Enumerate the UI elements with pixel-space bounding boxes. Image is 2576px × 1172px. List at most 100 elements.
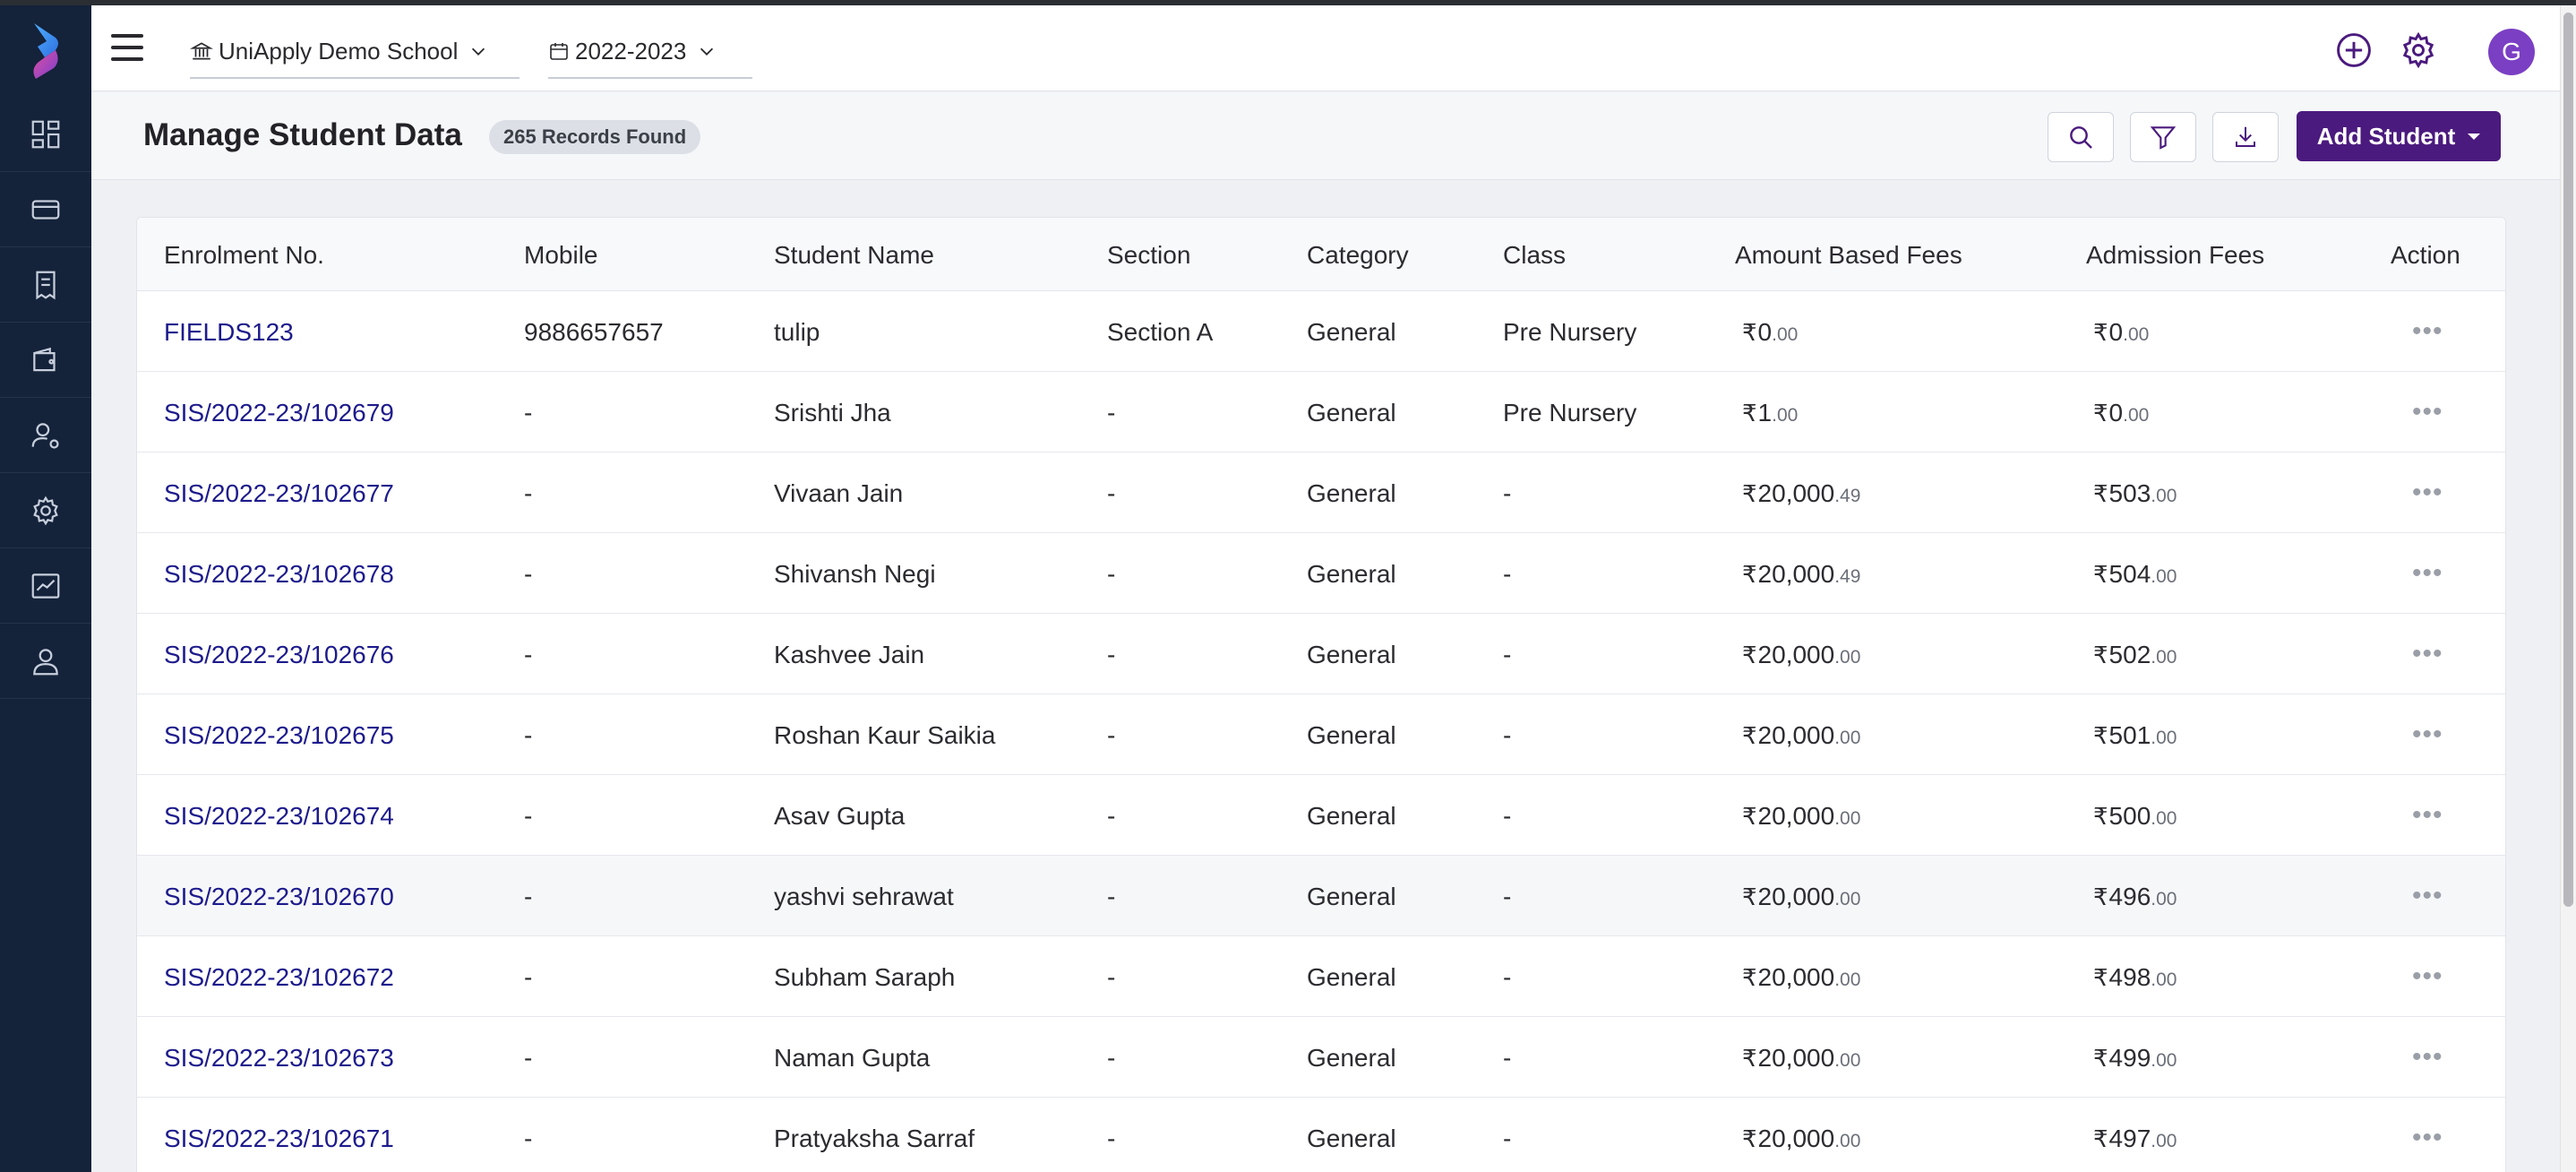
column-header[interactable]: Mobile <box>524 241 597 270</box>
column-header[interactable]: Section <box>1107 241 1190 270</box>
amount-integer: 20,000 <box>1757 560 1835 588</box>
table-row[interactable]: SIS/2022-23/102670 - yashvi sehrawat - Gener… <box>137 856 2505 936</box>
add-student-button[interactable]: Add Student <box>2297 111 2501 161</box>
settings-gear-icon[interactable] <box>2397 29 2440 72</box>
enrolment-link[interactable]: FIELDS123 <box>164 318 294 347</box>
more-actions-icon[interactable]: ••• <box>2412 800 2443 831</box>
table-row[interactable]: SIS/2022-23/102678 - Shivansh Negi - General… <box>137 533 2505 614</box>
table-row[interactable]: SIS/2022-23/102677 - Vivaan Jain - General - ₹… <box>137 452 2505 533</box>
class-cell: - <box>1503 560 1512 588</box>
table-row[interactable]: SIS/2022-23/102674 - Asav Gupta - General - ₹2… <box>137 775 2505 856</box>
column-header[interactable]: Class <box>1503 241 1566 270</box>
enrolment-link[interactable]: SIS/2022-23/102675 <box>164 721 394 750</box>
mobile-cell: - <box>524 560 533 588</box>
table-row[interactable]: FIELDS123 9886657657 tulip Section A General… <box>137 291 2505 372</box>
download-button[interactable] <box>2212 112 2279 162</box>
table-row[interactable]: SIS/2022-23/102675 - Roshan Kaur Saikia - Ge… <box>137 694 2505 775</box>
more-actions-icon[interactable]: ••• <box>2412 881 2443 911</box>
enrolment-link[interactable]: SIS/2022-23/102672 <box>164 963 394 992</box>
sidebar-item-reports[interactable] <box>0 548 91 624</box>
amount-integer: 0 <box>1757 318 1773 346</box>
table-row[interactable]: SIS/2022-23/102673 - Naman Gupta - General - ₹… <box>137 1017 2505 1098</box>
scrollbar-thumb[interactable] <box>2563 13 2573 907</box>
sidebar-item-payments[interactable] <box>0 172 91 247</box>
more-actions-icon[interactable]: ••• <box>2412 558 2443 589</box>
student-name-cell: Srishti Jha <box>774 399 891 427</box>
more-actions-icon[interactable]: ••• <box>2412 316 2443 347</box>
section-cell: - <box>1107 479 1116 507</box>
receipt-icon <box>36 271 56 299</box>
table-row[interactable]: SIS/2022-23/102679 - Srishti Jha - General Pr… <box>137 372 2505 452</box>
student-name-cell: Pratyaksha Sarraf <box>774 1125 975 1152</box>
mobile-cell: - <box>524 883 533 910</box>
amount-integer: 20,000 <box>1757 802 1835 830</box>
rupee-icon: ₹ <box>1742 561 1757 588</box>
student-name-cell: Roshan Kaur Saikia <box>774 721 996 749</box>
amount-decimal: .00 <box>1834 647 1861 668</box>
column-header[interactable]: Enrolment No. <box>164 241 324 270</box>
sidebar-item-user-settings[interactable] <box>0 398 91 473</box>
amount-fees-cell: ₹20,000.00 <box>1742 641 1860 669</box>
column-header[interactable]: Category <box>1307 241 1409 270</box>
category-cell: General <box>1307 479 1396 507</box>
enrolment-link[interactable]: SIS/2022-23/102670 <box>164 883 394 911</box>
caret-down-icon <box>2468 133 2481 140</box>
column-header[interactable]: Amount Based Fees <box>1735 241 1962 270</box>
category-cell: General <box>1307 1044 1396 1072</box>
school-name: UniApply Demo School <box>219 37 459 65</box>
enrolment-link[interactable]: SIS/2022-23/102674 <box>164 802 394 831</box>
mobile-cell: 9886657657 <box>524 318 664 346</box>
enrolment-link[interactable]: SIS/2022-23/102677 <box>164 479 394 508</box>
enrolment-link[interactable]: SIS/2022-23/102676 <box>164 641 394 669</box>
mobile-cell: - <box>524 802 533 830</box>
page-toolbar: Manage Student Data 265 Records Found Ad… <box>91 92 2560 180</box>
section-cell: - <box>1107 1044 1116 1072</box>
more-actions-icon[interactable]: ••• <box>2412 397 2443 427</box>
filter-button[interactable] <box>2130 112 2196 162</box>
admission-fees-cell: ₹504.00 <box>2093 560 2177 589</box>
dashboard-icon <box>31 120 60 148</box>
search-button[interactable] <box>2048 112 2114 162</box>
more-actions-icon[interactable]: ••• <box>2412 720 2443 750</box>
more-actions-icon[interactable]: ••• <box>2412 961 2443 992</box>
table-row[interactable]: SIS/2022-23/102676 - Kashvee Jain - General -… <box>137 614 2505 694</box>
sidebar-item-wallet[interactable] <box>0 323 91 398</box>
app-logo-icon[interactable] <box>25 20 66 82</box>
enrolment-link[interactable]: SIS/2022-23/102673 <box>164 1044 394 1073</box>
add-circle-icon[interactable] <box>2332 29 2375 72</box>
wallet-icon <box>33 347 56 371</box>
table-row[interactable]: SIS/2022-23/102671 - Pratyaksha Sarraf - Gen… <box>137 1098 2505 1172</box>
more-actions-icon[interactable]: ••• <box>2412 1123 2443 1153</box>
column-header[interactable]: Student Name <box>774 241 934 270</box>
user-avatar[interactable]: G <box>2488 29 2535 75</box>
user-icon <box>33 648 58 675</box>
students-table: Enrolment No. Mobile Student Name Sectio… <box>136 217 2506 1172</box>
rupee-icon: ₹ <box>2093 480 2108 507</box>
admission-fees-cell: ₹500.00 <box>2093 802 2177 831</box>
rupee-icon: ₹ <box>1742 642 1757 668</box>
chevron-down-icon <box>700 47 714 56</box>
more-actions-icon[interactable]: ••• <box>2412 1042 2443 1073</box>
sidebar-item-dashboard[interactable] <box>0 97 91 172</box>
records-count-badge: 265 Records Found <box>489 120 701 154</box>
class-cell: - <box>1503 963 1512 991</box>
school-selector[interactable]: UniApply Demo School <box>190 25 519 79</box>
table-row[interactable]: SIS/2022-23/102672 - Subham Saraph - General… <box>137 936 2505 1017</box>
user-gear-icon <box>31 422 59 449</box>
sidebar <box>0 5 91 1172</box>
enrolment-link[interactable]: SIS/2022-23/102671 <box>164 1125 394 1153</box>
enrolment-link[interactable]: SIS/2022-23/102679 <box>164 399 394 427</box>
menu-toggle-icon[interactable] <box>111 34 143 61</box>
amount-fees-cell: ₹20,000.49 <box>1742 479 1860 508</box>
column-header[interactable]: Admission Fees <box>2086 241 2264 270</box>
more-actions-icon[interactable]: ••• <box>2412 639 2443 669</box>
enrolment-link[interactable]: SIS/2022-23/102678 <box>164 560 394 589</box>
mobile-cell: - <box>524 399 533 427</box>
rupee-icon: ₹ <box>1742 400 1757 427</box>
sidebar-item-receipts[interactable] <box>0 247 91 323</box>
sidebar-item-settings[interactable] <box>0 473 91 548</box>
sidebar-item-profile[interactable] <box>0 624 91 699</box>
mobile-cell: - <box>524 1044 533 1072</box>
academic-year-selector[interactable]: 2022-2023 <box>548 25 752 79</box>
more-actions-icon[interactable]: ••• <box>2412 478 2443 508</box>
